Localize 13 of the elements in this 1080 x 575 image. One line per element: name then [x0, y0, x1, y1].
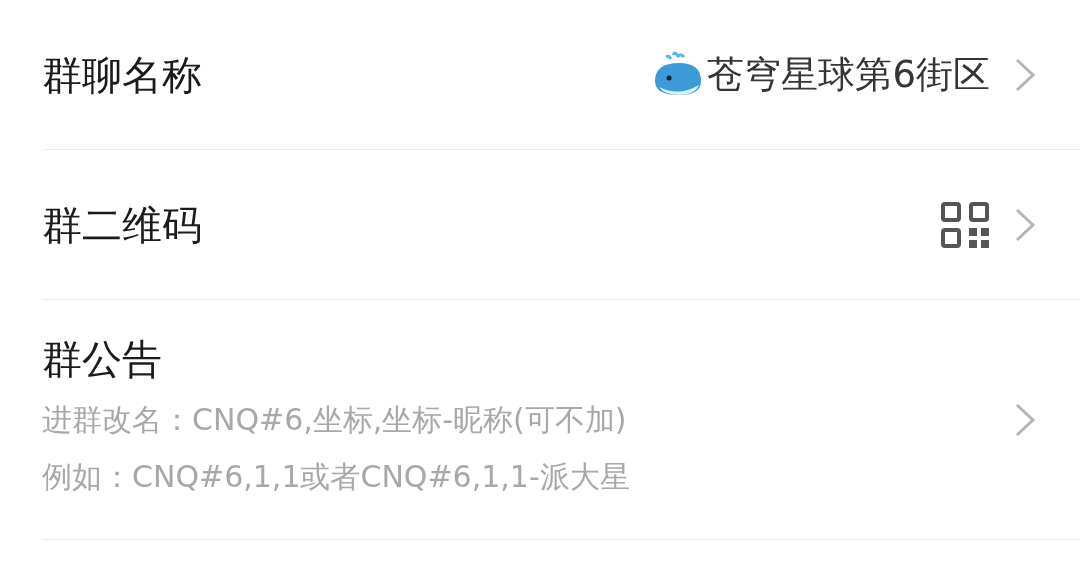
settings-row[interactable]: 群聊名称 苍穹星球第6街区 — [42, 0, 1080, 150]
setting-label: 群聊名称 — [42, 50, 203, 99]
settings-row[interactable]: 群二维码 — [42, 150, 1080, 300]
chevron-icon — [1014, 206, 1036, 243]
notice-text: 进群改名：CNQ#6,坐标,坐标-昵称(可不加) — [42, 400, 628, 439]
notice-text: 例如：CNQ#6,1,1或者CNQ#6,1,1-派大星 — [42, 457, 631, 496]
qr-code-icon — [940, 200, 990, 249]
settings-row[interactable]: 群公告 进群改名：CNQ#6,坐标,坐标-昵称(可不加) 例如：CNQ#6,1,1或者CNQ#6,1,1-派大星 — [42, 300, 1080, 540]
chevron-icon — [1014, 401, 1036, 438]
chevron-icon — [1014, 56, 1036, 93]
setting-label: 群公告 — [42, 334, 163, 383]
group-name-value: 苍穹星球第6街区 — [707, 51, 990, 98]
setting-label: 群二维码 — [42, 200, 203, 249]
